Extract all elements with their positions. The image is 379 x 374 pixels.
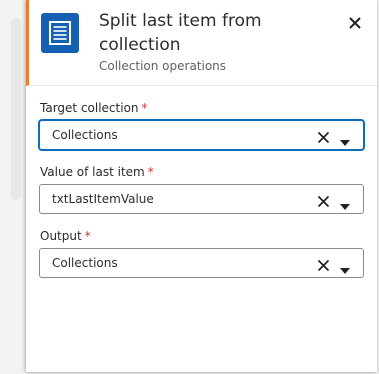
chevron-down-icon	[340, 268, 350, 274]
close-icon	[349, 17, 361, 29]
clear-button[interactable]	[317, 257, 330, 272]
panel-header: Split last item from collection Collecti…	[26, 0, 377, 86]
field-label-text: Value of last item	[40, 165, 145, 179]
clear-icon	[317, 131, 330, 144]
target-collection-label: Target collection *	[40, 100, 148, 116]
field-label-text: Output	[40, 229, 82, 243]
clear-icon	[317, 259, 330, 272]
required-marker: *	[141, 101, 148, 115]
dropdown-button[interactable]	[339, 132, 351, 146]
field-value: txtLastItemValue	[52, 192, 154, 206]
field-value: Collections	[52, 256, 118, 270]
panel-subtitle: Collection operations	[99, 59, 227, 73]
chevron-down-icon	[340, 140, 350, 146]
clear-icon	[317, 195, 330, 208]
dropdown-button[interactable]	[339, 196, 351, 210]
output-label: Output *	[40, 228, 91, 244]
required-marker: *	[84, 229, 91, 243]
app-window: Split last item from collection Collecti…	[0, 0, 379, 374]
field-label-text: Target collection	[40, 101, 139, 115]
clear-button[interactable]	[317, 193, 330, 208]
required-marker: *	[147, 165, 154, 179]
close-button[interactable]	[345, 13, 365, 33]
panel-title: Split last item from collection	[99, 11, 262, 55]
chevron-down-icon	[340, 204, 350, 210]
value-of-last-item-field[interactable]: txtLastItemValue	[39, 184, 364, 214]
target-collection-field[interactable]: Collections	[39, 120, 364, 150]
clear-button[interactable]	[317, 129, 330, 144]
dropdown-button[interactable]	[339, 260, 351, 274]
output-field[interactable]: Collections	[39, 248, 364, 278]
value-of-last-item-label: Value of last item *	[40, 164, 154, 180]
properties-panel: Split last item from collection Collecti…	[26, 0, 377, 372]
field-value: Collections	[52, 128, 118, 142]
background-scrollbar[interactable]	[11, 18, 21, 200]
list-icon	[41, 13, 79, 53]
